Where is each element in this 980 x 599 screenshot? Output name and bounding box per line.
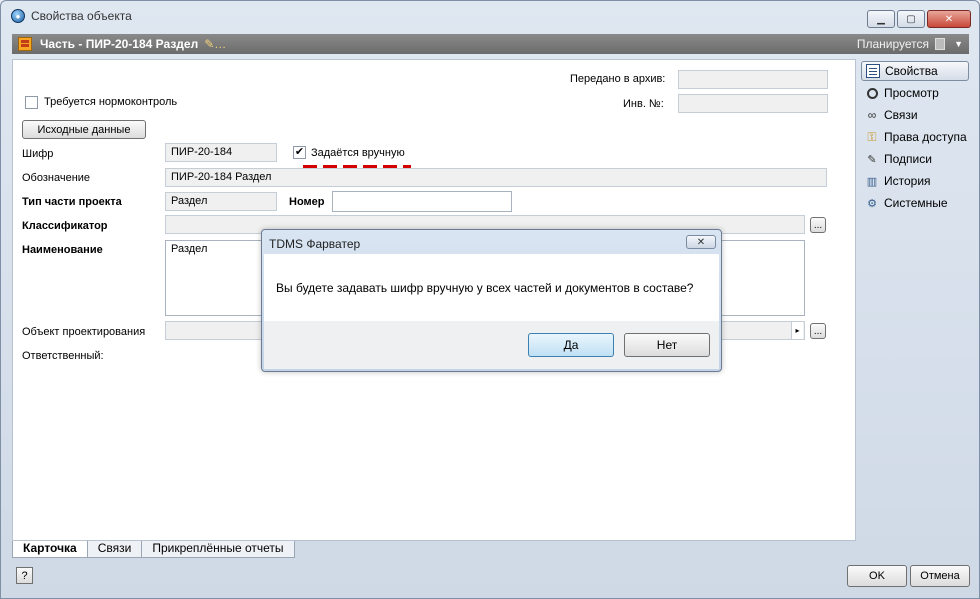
confirm-dialog: TDMS Фарватер ✕ Вы будете задавать шифр … <box>261 229 722 372</box>
close-window-button[interactable]: ✕ <box>927 10 971 28</box>
key-icon <box>865 130 879 144</box>
dialog-close-button[interactable]: ✕ <box>686 235 716 249</box>
side-item-system[interactable]: Системные <box>861 193 969 213</box>
inventory-number-label: Инв. №: <box>623 98 664 110</box>
object-title: Часть - ПИР-20-184 Раздел <box>40 37 199 51</box>
side-navigation: Свойства Просмотр Связи Права доступа По… <box>859 59 971 541</box>
side-item-signatures[interactable]: Подписи <box>861 149 969 169</box>
name-label: Наименование <box>22 244 103 256</box>
side-item-label: Подписи <box>884 152 932 166</box>
tab-links[interactable]: Связи <box>86 541 143 558</box>
side-item-access-rights[interactable]: Права доступа <box>861 127 969 147</box>
archive-label: Передано в архив: <box>570 73 666 85</box>
card-tabs: Карточка Связи Прикреплённые отчеты <box>12 541 295 558</box>
side-item-label: Системные <box>884 196 948 210</box>
side-item-label: Свойства <box>885 64 938 78</box>
yes-button[interactable]: Да <box>528 333 614 357</box>
dialog-footer: Да Нет <box>264 321 719 369</box>
properties-window: ● Свойства объекта ▁ ▢ ✕ Часть - ПИР-20-… <box>0 0 980 599</box>
tab-card[interactable]: Карточка <box>12 541 88 558</box>
responsible-label: Ответственный: <box>22 350 104 362</box>
dialog-body: Вы будете задавать шифр вручную у всех ч… <box>264 254 719 321</box>
source-data-button[interactable]: Исходные данные <box>22 120 146 139</box>
number-label: Номер <box>289 196 325 208</box>
manual-cipher-label: Задаётся вручную <box>311 147 405 159</box>
object-header-bar: Часть - ПИР-20-184 Раздел ✎… Планируется… <box>12 34 969 54</box>
chevron-down-icon[interactable]: ▼ <box>954 39 963 49</box>
side-item-label: Связи <box>884 108 918 122</box>
ok-button[interactable]: OK <box>847 565 907 587</box>
window-titlebar: ● Свойства объекта ▁ ▢ ✕ <box>1 1 979 31</box>
classifier-browse-button[interactable]: ... <box>810 217 826 233</box>
no-button[interactable]: Нет <box>624 333 710 357</box>
side-item-history[interactable]: История <box>861 171 969 191</box>
history-icon <box>865 174 879 188</box>
norm-control-label: Требуется нормоконтроль <box>44 96 178 108</box>
side-item-preview[interactable]: Просмотр <box>861 83 969 103</box>
side-item-links[interactable]: Связи <box>861 105 969 125</box>
window-title: Свойства объекта <box>31 9 132 23</box>
combo-arrow-icon[interactable]: ▸ <box>791 322 803 339</box>
number-input[interactable] <box>332 191 512 212</box>
side-item-label: История <box>884 174 931 188</box>
system-icon <box>865 196 879 210</box>
part-type-label: Тип части проекта <box>22 196 122 208</box>
link-icon <box>865 108 879 122</box>
cipher-label: Шифр <box>22 148 54 160</box>
manual-cipher-checkbox[interactable]: ✔ <box>293 146 306 159</box>
help-button[interactable]: ? <box>16 567 33 584</box>
dialog-title: TDMS Фарватер <box>269 237 361 251</box>
designation-label: Обозначение <box>22 172 91 184</box>
maximize-button[interactable]: ▢ <box>897 10 925 28</box>
properties-icon <box>866 64 880 78</box>
status-document-icon[interactable] <box>935 38 945 50</box>
archive-field <box>678 70 828 89</box>
side-item-properties[interactable]: Свойства <box>861 61 969 81</box>
bottom-bar: ? OK Отмена <box>1 561 979 599</box>
tab-attached-reports[interactable]: Прикреплённые отчеты <box>141 541 295 558</box>
design-object-label: Объект проектирования <box>22 326 146 338</box>
design-object-browse-button[interactable]: ... <box>810 323 826 339</box>
part-object-icon <box>18 37 32 51</box>
part-type-field: Раздел <box>165 192 277 211</box>
norm-control-checkbox[interactable] <box>25 96 38 109</box>
signature-icon <box>865 152 879 166</box>
cipher-field: ПИР-20-184 <box>165 143 277 162</box>
designation-field: ПИР-20-184 Раздел <box>165 168 827 187</box>
edit-pencil-icon[interactable]: ✎… <box>204 37 226 51</box>
search-icon <box>865 86 879 100</box>
side-item-label: Просмотр <box>884 86 939 100</box>
object-status[interactable]: Планируется <box>857 37 929 51</box>
cancel-button[interactable]: Отмена <box>910 565 970 587</box>
side-item-label: Права доступа <box>884 130 967 144</box>
app-logo-icon: ● <box>11 9 25 23</box>
dialog-message: Вы будете задавать шифр вручную у всех ч… <box>276 281 694 295</box>
window-controls: ▁ ▢ ✕ <box>867 10 971 28</box>
minimize-button[interactable]: ▁ <box>867 10 895 28</box>
classifier-label: Классификатор <box>22 220 108 232</box>
inventory-number-field <box>678 94 828 113</box>
